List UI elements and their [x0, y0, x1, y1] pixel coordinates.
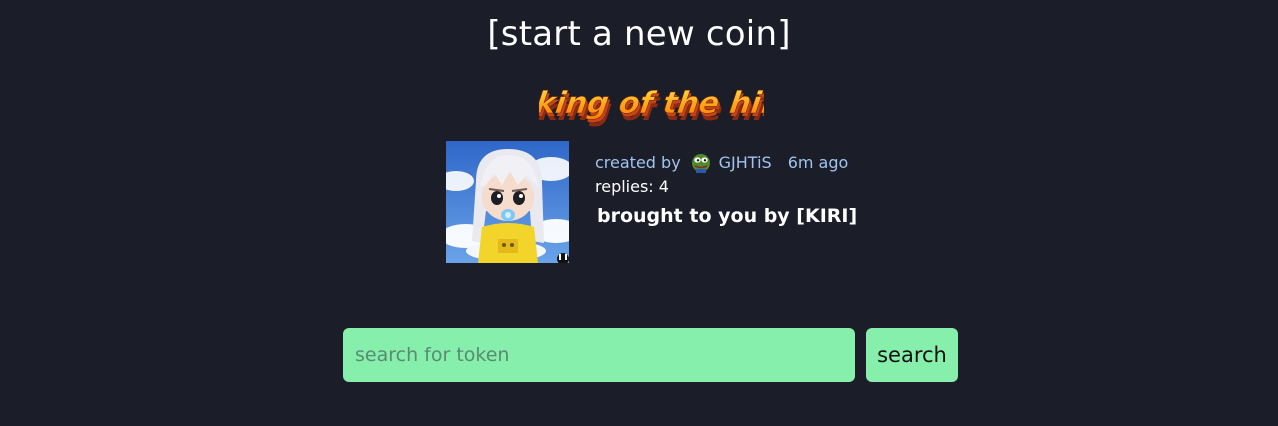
pepe-avatar-icon[interactable] [691, 151, 711, 173]
creator-username-link[interactable]: GJHTiS [719, 153, 772, 172]
featured-coin-card[interactable]: created by GJHTiS 6m ago replies: 4 brou… [446, 141, 866, 265]
created-by-label: created by [595, 152, 681, 172]
coin-image [446, 141, 569, 263]
search-bar: search [343, 328, 958, 382]
king-of-the-hill-banner: king of the hill king of the hill king o… [539, 80, 764, 130]
search-button[interactable]: search [866, 328, 958, 382]
page: [start a new coin] king of the hill king… [0, 0, 1278, 426]
start-new-coin-link[interactable]: [start a new coin] [0, 14, 1278, 54]
coin-meta: created by GJHTiS 6m ago replies: 4 brou… [595, 151, 895, 228]
created-by-row: created by GJHTiS 6m ago [595, 151, 895, 173]
search-input[interactable] [343, 328, 855, 382]
replies-count: replies: 4 [595, 177, 669, 196]
king-of-the-hill-logo: king of the hill king of the hill king o… [539, 86, 764, 128]
coin-description: brought to you by [KIRI] [597, 205, 858, 227]
created-time: 6m ago [787, 152, 849, 172]
koth-title-text: king of the hill [539, 86, 764, 121]
